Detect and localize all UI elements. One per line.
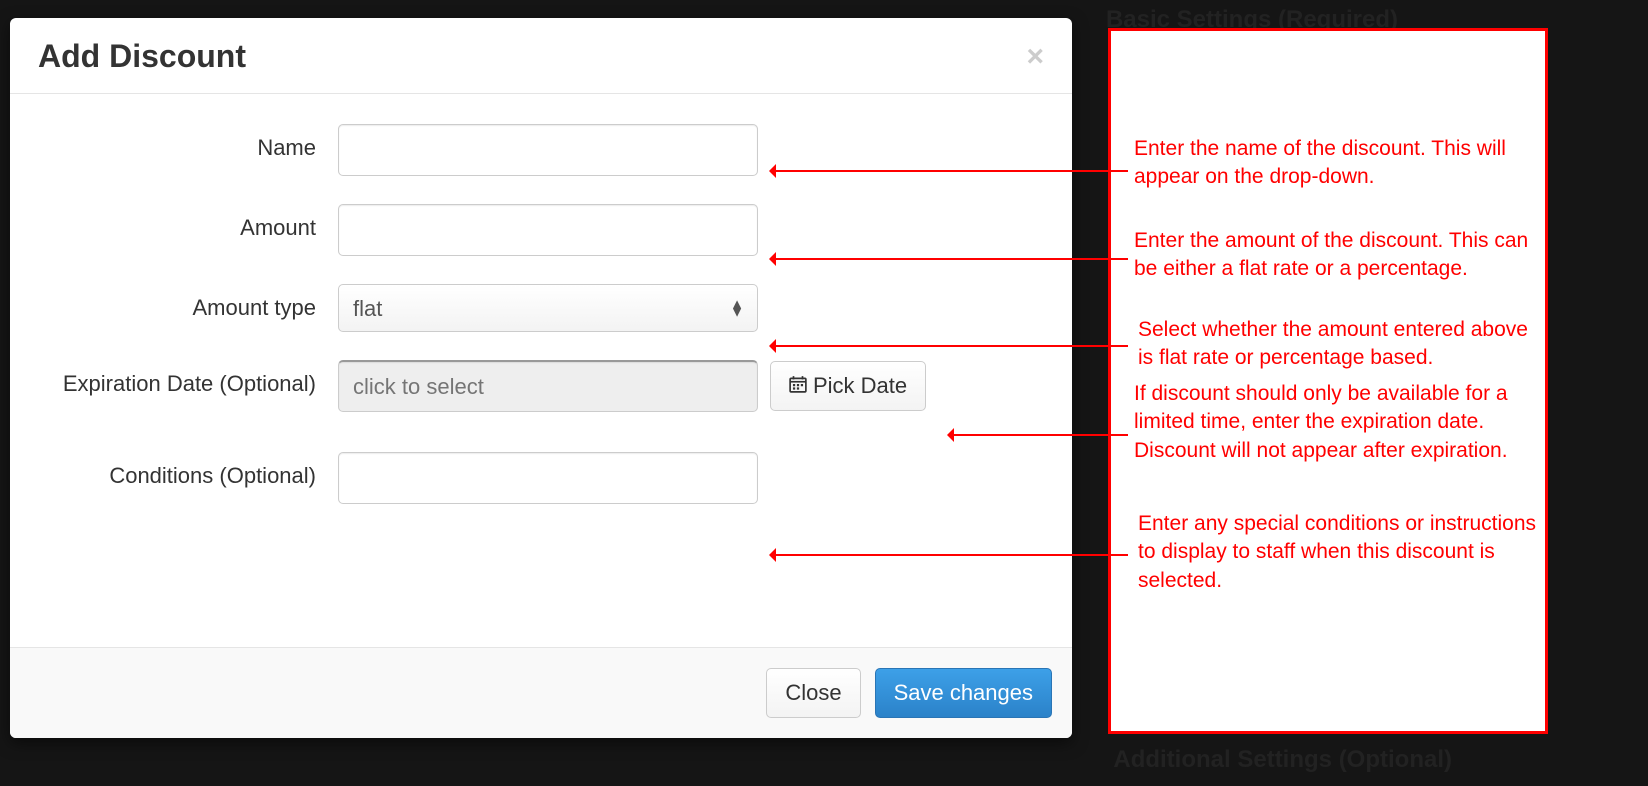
expiration-input[interactable] xyxy=(338,360,758,412)
bg-heading-additional: Additional Settings (Optional) xyxy=(1113,746,1452,774)
amount-type-select[interactable]: flat xyxy=(338,284,758,332)
close-button[interactable]: Close xyxy=(766,668,860,718)
pick-date-button[interactable]: Pick Date xyxy=(770,361,926,411)
modal-body: Name Amount Amount type flat ▲▼ xyxy=(10,94,1072,647)
label-amount-type: Amount type xyxy=(38,284,338,323)
row-amount-type: Amount type flat ▲▼ xyxy=(38,284,1044,332)
name-input[interactable] xyxy=(338,124,758,176)
annotation-amount: Enter the amount of the discount. This c… xyxy=(1134,227,1534,284)
annotation-conditions: Enter any special conditions or instruct… xyxy=(1138,510,1538,595)
modal-header: Add Discount × xyxy=(10,18,1072,94)
annotation-expiration: If discount should only be available for… xyxy=(1134,380,1534,465)
modal-footer: Close Save changes xyxy=(10,647,1072,738)
label-amount: Amount xyxy=(38,204,338,243)
arrow-amount-type xyxy=(770,345,1128,347)
annotation-amount-type: Select whether the amount entered above … xyxy=(1138,316,1538,373)
arrow-conditions xyxy=(770,554,1128,556)
modal-title: Add Discount xyxy=(38,38,246,75)
annotation-name: Enter the name of the discount. This wil… xyxy=(1134,135,1534,192)
add-discount-modal: Add Discount × Name Amount Amount type f… xyxy=(10,18,1072,738)
label-expiration: Expiration Date (Optional) xyxy=(38,360,338,399)
amount-input[interactable] xyxy=(338,204,758,256)
row-name: Name xyxy=(38,124,1044,176)
row-amount: Amount xyxy=(38,204,1044,256)
arrow-expiration xyxy=(948,434,1128,436)
conditions-input[interactable] xyxy=(338,452,758,504)
save-changes-button[interactable]: Save changes xyxy=(875,668,1052,718)
arrow-name xyxy=(770,170,1128,172)
arrow-amount xyxy=(770,258,1128,260)
row-conditions: Conditions (Optional) xyxy=(38,452,1044,504)
close-icon[interactable]: × xyxy=(1026,42,1044,72)
label-conditions: Conditions (Optional) xyxy=(38,452,338,491)
label-name: Name xyxy=(38,124,338,163)
row-expiration: Expiration Date (Optional) xyxy=(38,360,1044,412)
calendar-icon xyxy=(789,373,807,399)
pick-date-label: Pick Date xyxy=(813,373,907,399)
